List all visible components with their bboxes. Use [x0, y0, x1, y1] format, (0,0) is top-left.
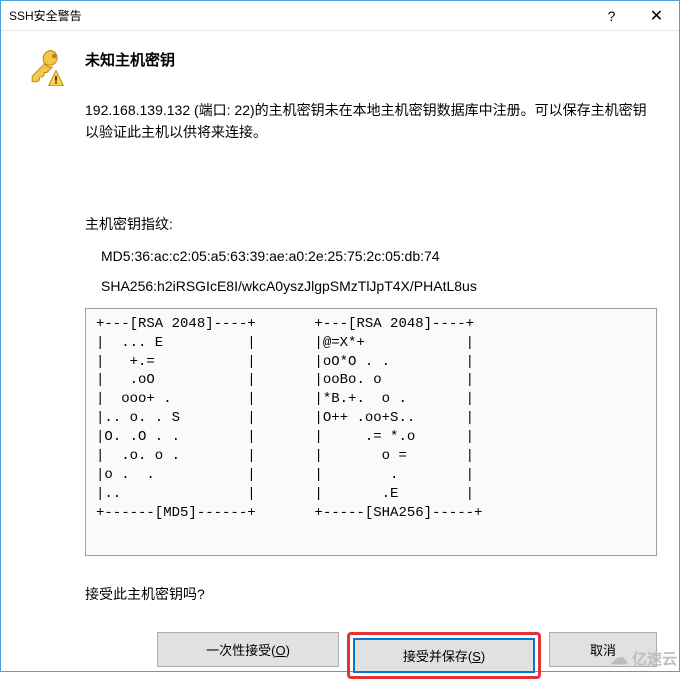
ascii-art: +---[RSA 2048]----+ +---[RSA 2048]----+ …	[96, 315, 646, 523]
fingerprint-section: 主机密钥指纹: MD5:36:ac:c2:05:a5:63:39:ae:a0:2…	[85, 214, 657, 294]
window-title: SSH安全警告	[9, 7, 82, 24]
dialog-content: 未知主机密钥 192.168.139.132 (端口: 22)的主机密钥未在本地…	[1, 31, 679, 695]
header-row: 未知主机密钥	[23, 45, 657, 89]
close-button[interactable]: ✕	[634, 1, 679, 30]
titlebar-controls: ? ✕	[589, 1, 679, 30]
help-button[interactable]: ?	[589, 1, 634, 30]
fingerprint-label: 主机密钥指纹:	[85, 214, 657, 234]
dialog-description: 192.168.139.132 (端口: 22)的主机密钥未在本地主机密钥数据库…	[85, 99, 657, 144]
accept-save-highlight: 接受并保存(S)	[347, 632, 541, 679]
accept-once-label: 一次性接受(O)	[206, 640, 290, 659]
dialog-window: SSH安全警告 ? ✕ 未知主机密钥	[0, 0, 680, 672]
accept-save-button[interactable]: 接受并保存(S)	[353, 638, 535, 673]
accept-once-button[interactable]: 一次性接受(O)	[157, 632, 339, 667]
titlebar: SSH安全警告 ? ✕	[1, 1, 679, 31]
ascii-art-box[interactable]: +---[RSA 2048]----+ +---[RSA 2048]----+ …	[85, 308, 657, 556]
watermark: ☁ 亿速云	[610, 648, 677, 669]
cloud-icon: ☁	[610, 648, 628, 669]
button-row: 一次性接受(O) 接受并保存(S) 取消	[85, 632, 657, 679]
accept-save-label: 接受并保存(S)	[403, 646, 485, 665]
key-warning-icon	[23, 45, 67, 89]
confirm-question: 接受此主机密钥吗?	[85, 584, 657, 604]
dialog-heading: 未知主机密钥	[85, 45, 175, 70]
fingerprint-sha256: SHA256:h2iRSGIcE8I/wkcA0yszJlgpSMzTlJpT4…	[101, 278, 657, 294]
fingerprint-md5: MD5:36:ac:c2:05:a5:63:39:ae:a0:2e:25:75:…	[101, 248, 657, 264]
watermark-text: 亿速云	[632, 648, 677, 669]
